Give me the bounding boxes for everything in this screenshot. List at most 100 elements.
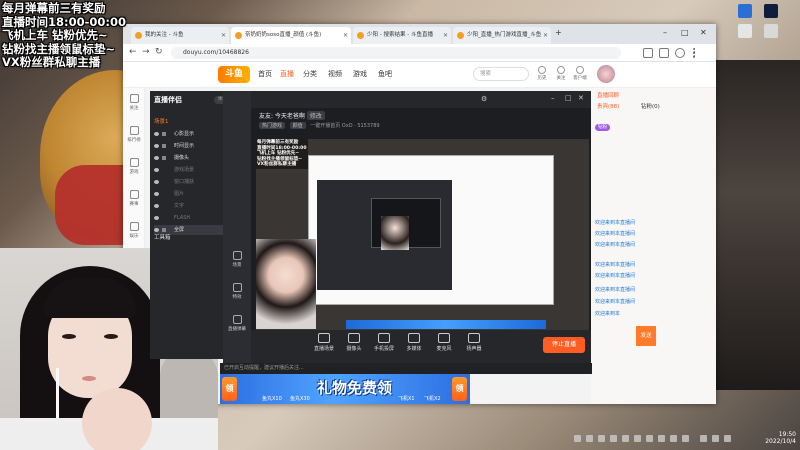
camera-button[interactable]: 摄像头 (337, 333, 371, 352)
tray-chevron-icon[interactable] (574, 435, 581, 442)
preview-overlay-text: 每月弹幕前三有奖励 直播时间18:00-00:00 飞机上车 钻粉优先~ 钻粉找… (256, 139, 308, 169)
tray-app-icon[interactable] (610, 435, 617, 442)
history-button[interactable]: 历史 (533, 66, 551, 81)
toolbox-label[interactable]: 工具箱 (154, 233, 171, 241)
close-window-button[interactable]: ✕ (700, 28, 707, 37)
send-button[interactable]: 发送 (636, 326, 656, 346)
nav-fishbar[interactable]: 鱼吧 (378, 69, 392, 79)
browser-tab[interactable]: 奈奶奶奶soso直播_颜值 (斗鱼) ✕ (231, 27, 351, 44)
close-icon[interactable]: ✕ (443, 27, 448, 44)
desktop-app-icon[interactable] (764, 24, 778, 38)
lock-icon[interactable] (162, 228, 166, 232)
category-tag[interactable]: 颜值 (289, 122, 306, 129)
ime-icon[interactable] (724, 435, 731, 442)
back-icon[interactable]: ← (129, 47, 137, 57)
maximize-button[interactable]: □ (681, 28, 689, 37)
scene-header[interactable]: 场景1 (154, 117, 169, 125)
search-input[interactable]: 搜索 (473, 67, 529, 81)
tab-vip[interactable]: 贵宾(88) (597, 102, 619, 110)
sidebar-item-follow[interactable]: 关注 (124, 94, 144, 111)
strip-danmu-button[interactable]: 直播弹幕 (223, 315, 251, 332)
eye-icon[interactable] (154, 156, 159, 160)
close-icon[interactable]: ✕ (343, 27, 348, 44)
tray-app-icon[interactable] (646, 435, 653, 442)
close-icon[interactable]: ✕ (221, 27, 226, 44)
gift-banner[interactable]: 领 礼物免费领 领 鱼丸X10 鱼丸X30 飞机X1 飞机X2 (220, 374, 470, 404)
strip-effect-button[interactable]: 特效 (223, 283, 251, 300)
scene-control-button[interactable]: 直播场景 (307, 333, 341, 352)
close-icon[interactable]: ✕ (578, 94, 584, 102)
client-button[interactable]: 客户端 (571, 66, 589, 81)
eye-icon[interactable] (154, 216, 159, 220)
lock-icon[interactable] (162, 144, 166, 148)
phone-cast-button[interactable]: 手机投屏 (367, 333, 401, 352)
chat-header[interactable]: 直播回顾 (591, 88, 716, 100)
taskbar-clock[interactable]: 19:50 2022/10/4 (734, 431, 796, 445)
douyu-logo[interactable]: 斗鱼 (218, 66, 250, 83)
strip-label: 直播弹幕 (228, 327, 246, 332)
lock-icon[interactable] (162, 156, 166, 160)
eye-icon[interactable] (154, 228, 159, 232)
tray-app-icon[interactable] (682, 435, 689, 442)
tray-app-icon[interactable] (658, 435, 665, 442)
browser-tab[interactable]: 少阳 - 搜索结果 - 斗鱼直播 ✕ (353, 27, 451, 44)
settings-icon[interactable]: ⚙ (481, 95, 487, 103)
address-bar: ← → ↻ douyu.com/10468826 (123, 44, 716, 62)
eye-icon[interactable] (154, 144, 159, 148)
history-label: 历史 (537, 76, 547, 81)
nav-game[interactable]: 游戏 (353, 69, 367, 79)
menu-icon[interactable] (693, 48, 696, 58)
flag-icon (129, 190, 139, 199)
browser-tab[interactable]: 少阳_直播_热门游戏直播_斗鱼 ✕ (453, 27, 551, 44)
minimize-button[interactable]: – (663, 28, 667, 37)
tray-app-icon[interactable] (634, 435, 641, 442)
strip-scene-button[interactable]: 场景 (223, 251, 251, 268)
eye-icon[interactable] (154, 132, 159, 136)
gift-label: 飞机X2 (424, 396, 441, 402)
tray-app-icon[interactable] (586, 435, 593, 442)
edit-title-button[interactable]: 修改 (306, 111, 325, 120)
url-field[interactable]: douyu.com/10468826 (171, 47, 621, 59)
bookmark-icon[interactable] (659, 48, 669, 58)
sidebar-item-rank[interactable]: 排行榜 (124, 126, 144, 143)
nav-category[interactable]: 分类 (303, 69, 317, 79)
volume-icon[interactable] (712, 435, 719, 442)
maximize-icon[interactable]: □ (565, 94, 572, 102)
stop-live-button[interactable]: 停止直播 (543, 337, 585, 353)
tray-app-icon[interactable] (670, 435, 677, 442)
desktop-app-icon[interactable] (738, 24, 752, 38)
sidebar-item-ent[interactable]: 娱乐 (124, 222, 144, 239)
tray-app-icon[interactable] (622, 435, 629, 442)
close-icon[interactable]: ✕ (543, 27, 548, 44)
media-button[interactable]: 多媒体 (397, 333, 431, 352)
new-tab-button[interactable]: + (555, 28, 562, 37)
nav-video[interactable]: 视频 (328, 69, 342, 79)
extension-icon[interactable] (643, 48, 653, 58)
eye-icon[interactable] (154, 192, 159, 196)
follow-button[interactable]: 关注 (552, 66, 570, 81)
nav-home[interactable]: 首页 (258, 69, 272, 79)
desktop-app-icon[interactable] (764, 4, 778, 18)
eye-icon[interactable] (154, 168, 159, 172)
speaker-button[interactable]: 扬声器 (457, 333, 491, 352)
category-tag[interactable]: 热门游戏 (259, 122, 286, 129)
tab-diamond[interactable]: 钻粉(0) (641, 102, 660, 110)
lock-icon[interactable] (162, 132, 166, 136)
sidebar-item-event[interactable]: 赛事 (124, 190, 144, 207)
forward-icon[interactable]: → (142, 47, 150, 57)
avatar[interactable] (597, 65, 615, 83)
minimize-icon[interactable]: – (551, 94, 555, 102)
preview-line: VX粉丝群私聊主播 (257, 162, 297, 167)
control-label: 直播场景 (313, 346, 334, 352)
reload-icon[interactable]: ↻ (155, 47, 163, 57)
eye-icon[interactable] (154, 180, 159, 184)
nav-live[interactable]: 直播 (280, 69, 294, 79)
desktop-app-icon[interactable] (738, 4, 752, 18)
sidebar-item-game[interactable]: 游戏 (124, 158, 144, 175)
wifi-icon[interactable] (700, 435, 707, 442)
tray-app-icon[interactable] (598, 435, 605, 442)
profile-icon[interactable] (675, 48, 685, 58)
eye-icon[interactable] (154, 204, 159, 208)
microphone-button[interactable]: 麦克风 (427, 333, 461, 352)
browser-tab[interactable]: 我的关注 - 斗鱼 ✕ (131, 27, 229, 44)
